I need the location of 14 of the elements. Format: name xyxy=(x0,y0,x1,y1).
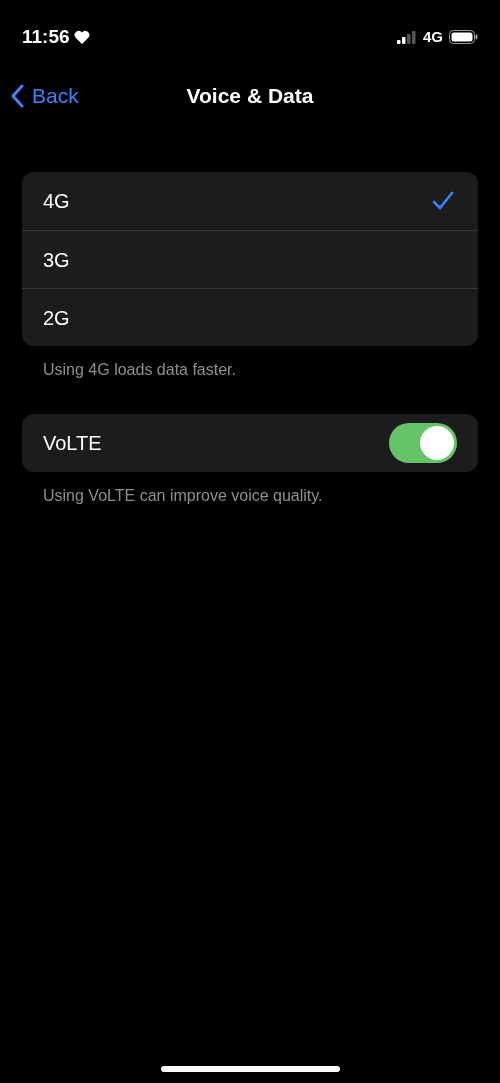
status-time: 11:56 xyxy=(22,24,70,49)
page-title: Voice & Data xyxy=(186,83,314,110)
checkmark-icon xyxy=(432,191,454,211)
heart-icon xyxy=(73,29,90,45)
volte-label: VoLTE xyxy=(43,431,102,456)
signal-icon xyxy=(397,30,417,44)
network-label: 4G xyxy=(423,26,443,47)
volte-toggle[interactable] xyxy=(389,423,457,463)
network-option[interactable]: 2G xyxy=(22,288,478,346)
chevron-left-icon xyxy=(10,84,24,108)
options-footer: Using 4G loads data faster. xyxy=(22,358,478,382)
volte-footer: Using VoLTE can improve voice quality. xyxy=(22,484,478,508)
battery-icon xyxy=(449,30,478,44)
back-button[interactable]: Back xyxy=(10,80,79,112)
